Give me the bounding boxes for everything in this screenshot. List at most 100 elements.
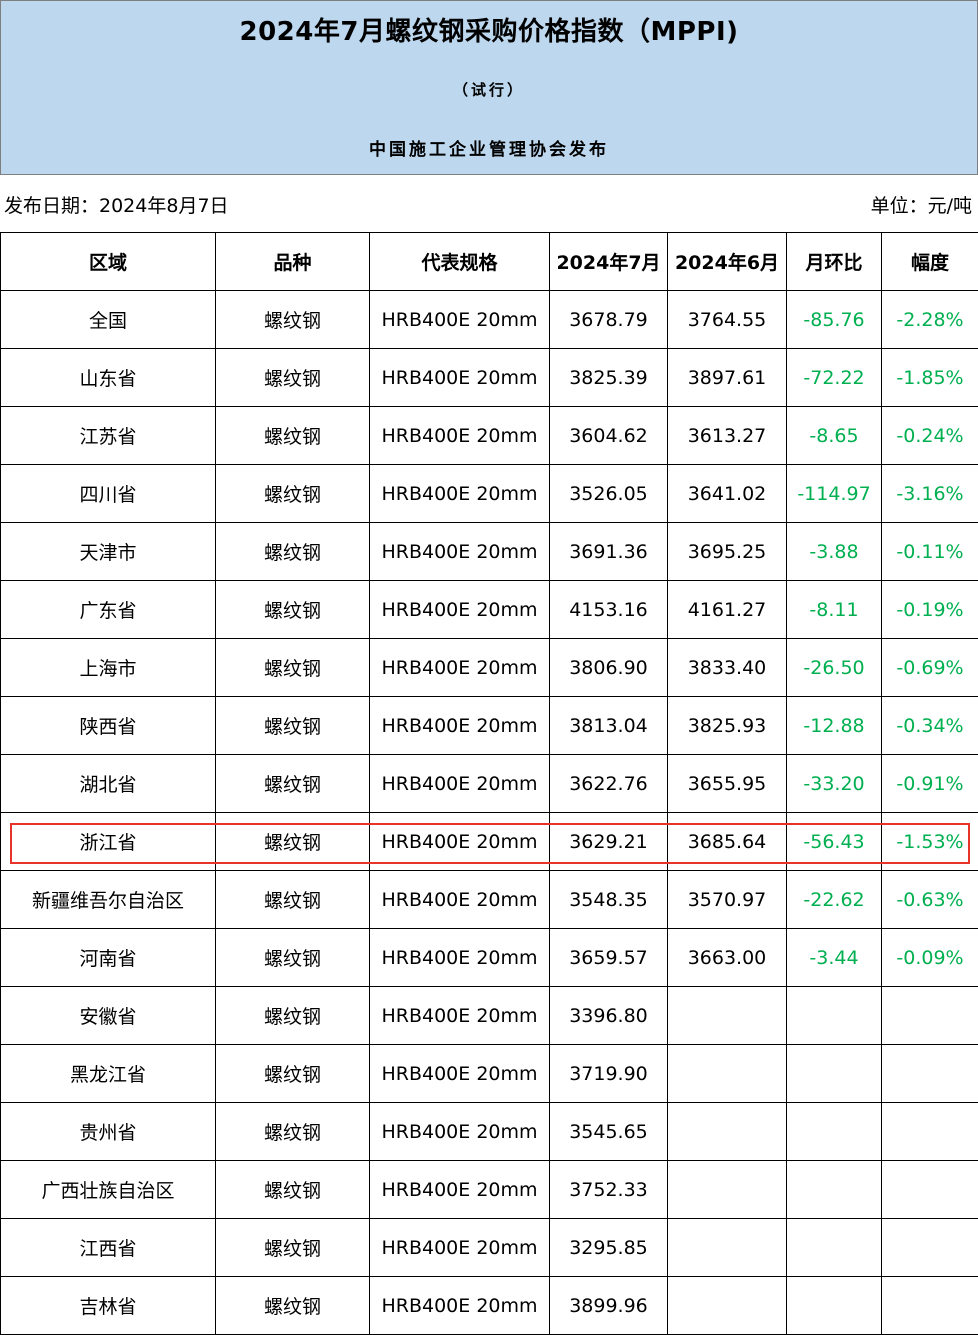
mom-change-cell bbox=[786, 1044, 882, 1103]
jul-price-cell: 3813.04 bbox=[549, 696, 668, 755]
column-header-jul: 2024年7月 bbox=[549, 232, 668, 291]
region-cell: 天津市 bbox=[0, 522, 216, 581]
variety-cell: 螺纹钢 bbox=[215, 870, 370, 929]
jul-price-cell: 3396.80 bbox=[549, 986, 668, 1045]
jun-price-cell: 3833.40 bbox=[667, 638, 787, 697]
pct-change-cell bbox=[881, 1044, 978, 1103]
mom-change-cell: -85.76 bbox=[786, 290, 882, 349]
region-cell: 吉林省 bbox=[0, 1276, 216, 1335]
jul-price-cell: 4153.16 bbox=[549, 580, 668, 639]
pct-change-cell: -0.19% bbox=[881, 580, 978, 639]
variety-cell: 螺纹钢 bbox=[215, 754, 370, 813]
mom-change-cell: -26.50 bbox=[786, 638, 882, 697]
table-row: 吉林省 螺纹钢 HRB400E 20mm 3899.96 bbox=[0, 1276, 978, 1335]
report-subtitle: （试行） bbox=[452, 81, 525, 99]
pct-change-cell: -0.11% bbox=[881, 522, 978, 581]
variety-cell: 螺纹钢 bbox=[215, 1044, 370, 1103]
jun-price-cell bbox=[667, 1044, 787, 1103]
report-publisher: 中国施工企业管理协会发布 bbox=[369, 140, 609, 160]
variety-cell: 螺纹钢 bbox=[215, 1276, 370, 1335]
pct-change-cell bbox=[881, 1218, 978, 1277]
region-cell: 新疆维吾尔自治区 bbox=[0, 870, 216, 929]
column-header-mom: 月环比 bbox=[786, 232, 882, 291]
spec-cell: HRB400E 20mm bbox=[369, 754, 550, 813]
price-index-table: 区域 品种 代表规格 2024年7月 2024年6月 月环比 幅度 全国 螺纹钢 H… bbox=[0, 232, 978, 1335]
spec-cell: HRB400E 20mm bbox=[369, 580, 550, 639]
mom-change-cell: -33.20 bbox=[786, 754, 882, 813]
variety-cell: 螺纹钢 bbox=[215, 1102, 370, 1161]
region-cell: 贵州省 bbox=[0, 1102, 216, 1161]
variety-cell: 螺纹钢 bbox=[215, 1218, 370, 1277]
mom-change-cell: -3.44 bbox=[786, 928, 882, 987]
jul-price-cell: 3752.33 bbox=[549, 1160, 668, 1219]
table-row: 浙江省 螺纹钢 HRB400E 20mm 3629.21 3685.64 -56.43 -1… bbox=[0, 812, 978, 871]
mom-change-cell: -8.11 bbox=[786, 580, 882, 639]
variety-cell: 螺纹钢 bbox=[215, 348, 370, 407]
table-row: 江西省 螺纹钢 HRB400E 20mm 3295.85 bbox=[0, 1218, 978, 1277]
variety-cell: 螺纹钢 bbox=[215, 928, 370, 987]
jun-price-cell: 4161.27 bbox=[667, 580, 787, 639]
mom-change-cell bbox=[786, 1276, 882, 1335]
region-cell: 黑龙江省 bbox=[0, 1044, 216, 1103]
spec-cell: HRB400E 20mm bbox=[369, 1102, 550, 1161]
spec-cell: HRB400E 20mm bbox=[369, 1276, 550, 1335]
region-cell: 江苏省 bbox=[0, 406, 216, 465]
table-row: 安徽省 螺纹钢 HRB400E 20mm 3396.80 bbox=[0, 986, 978, 1045]
table-body: 全国 螺纹钢 HRB400E 20mm 3678.79 3764.55 -85.76 -2.… bbox=[0, 290, 978, 1335]
jul-price-cell: 3604.62 bbox=[549, 406, 668, 465]
region-cell: 江西省 bbox=[0, 1218, 216, 1277]
pct-change-cell: -1.85% bbox=[881, 348, 978, 407]
variety-cell: 螺纹钢 bbox=[215, 290, 370, 349]
table-row: 陕西省 螺纹钢 HRB400E 20mm 3813.04 3825.93 -12.88 -0… bbox=[0, 696, 978, 755]
jun-price-cell bbox=[667, 1276, 787, 1335]
mom-change-cell bbox=[786, 986, 882, 1045]
mom-change-cell: -56.43 bbox=[786, 812, 882, 871]
spec-cell: HRB400E 20mm bbox=[369, 406, 550, 465]
jun-price-cell: 3825.93 bbox=[667, 696, 787, 755]
mom-change-cell bbox=[786, 1160, 882, 1219]
region-cell: 陕西省 bbox=[0, 696, 216, 755]
jun-price-cell: 3764.55 bbox=[667, 290, 787, 349]
region-cell: 上海市 bbox=[0, 638, 216, 697]
mom-change-cell: -114.97 bbox=[786, 464, 882, 523]
table-row: 四川省 螺纹钢 HRB400E 20mm 3526.05 3641.02 -114.97-… bbox=[0, 464, 978, 523]
variety-cell: 螺纹钢 bbox=[215, 580, 370, 639]
pct-change-cell: -0.34% bbox=[881, 696, 978, 755]
spec-cell: HRB400E 20mm bbox=[369, 522, 550, 581]
table-row: 新疆维吾尔自治区 螺纹钢 HRB400E 20mm 3548.35 3570.97 -22… bbox=[0, 870, 978, 929]
variety-cell: 螺纹钢 bbox=[215, 986, 370, 1045]
jul-price-cell: 3659.57 bbox=[549, 928, 668, 987]
table-row: 天津市 螺纹钢 HRB400E 20mm 3691.36 3695.25 -3.88 -0.… bbox=[0, 522, 978, 581]
spec-cell: HRB400E 20mm bbox=[369, 464, 550, 523]
region-cell: 广东省 bbox=[0, 580, 216, 639]
table-row: 山东省 螺纹钢 HRB400E 20mm 3825.39 3897.61 -72.22 -1… bbox=[0, 348, 978, 407]
spec-cell: HRB400E 20mm bbox=[369, 1160, 550, 1219]
variety-cell: 螺纹钢 bbox=[215, 696, 370, 755]
jul-price-cell: 3678.79 bbox=[549, 290, 668, 349]
release-date: 发布日期：2024年8月7日 bbox=[4, 195, 229, 217]
jun-price-cell: 3613.27 bbox=[667, 406, 787, 465]
jul-price-cell: 3545.65 bbox=[549, 1102, 668, 1161]
spec-cell: HRB400E 20mm bbox=[369, 812, 550, 871]
mom-change-cell: -8.65 bbox=[786, 406, 882, 465]
jul-price-cell: 3622.76 bbox=[549, 754, 668, 813]
variety-cell: 螺纹钢 bbox=[215, 406, 370, 465]
jun-price-cell: 3641.02 bbox=[667, 464, 787, 523]
report-header: 2024年7月螺纹钢采购价格指数（MPPI) （试行） 中国施工企业管理协会发布 bbox=[0, 0, 978, 175]
jun-price-cell bbox=[667, 1102, 787, 1161]
jun-price-cell bbox=[667, 986, 787, 1045]
pct-change-cell: -2.28% bbox=[881, 290, 978, 349]
region-cell: 浙江省 bbox=[0, 812, 216, 871]
price-unit: 单位：元/吨 bbox=[870, 195, 972, 217]
jun-price-cell bbox=[667, 1160, 787, 1219]
table-row: 河南省 螺纹钢 HRB400E 20mm 3659.57 3663.00 -3.44 -0.… bbox=[0, 928, 978, 987]
pct-change-cell: -0.09% bbox=[881, 928, 978, 987]
table-row: 江苏省 螺纹钢 HRB400E 20mm 3604.62 3613.27 -8.65 -0.… bbox=[0, 406, 978, 465]
jul-price-cell: 3526.05 bbox=[549, 464, 668, 523]
table-header-row: 区域 品种 代表规格 2024年7月 2024年6月 月环比 幅度 bbox=[0, 232, 978, 291]
jul-price-cell: 3295.85 bbox=[549, 1218, 668, 1277]
variety-cell: 螺纹钢 bbox=[215, 464, 370, 523]
pct-change-cell bbox=[881, 1276, 978, 1335]
spec-cell: HRB400E 20mm bbox=[369, 638, 550, 697]
table-row: 广西壮族自治区 螺纹钢 HRB400E 20mm 3752.33 bbox=[0, 1160, 978, 1219]
